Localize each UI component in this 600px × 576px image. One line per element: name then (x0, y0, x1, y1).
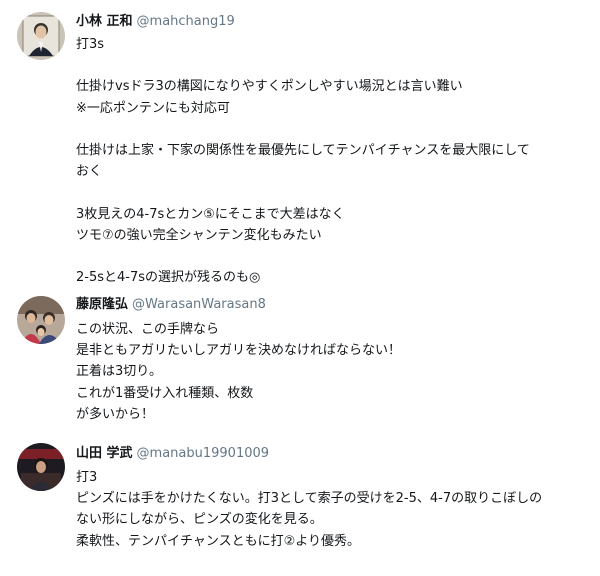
avatar[interactable] (17, 443, 65, 491)
tweet-header: 山田 学武 @manabu19901009 (76, 445, 269, 463)
tweet-line: 是非ともアガリたいしアガリを決めなければならない！ (76, 343, 402, 359)
tweet-line: 仕掛けvsドラ3の構図になりやすくポンしやすい場況とは言い難い (76, 79, 463, 95)
tweet-line: ない形にしながら、ピンズの変化を見る。 (76, 512, 323, 528)
user-name[interactable]: 藤原隆弘 (76, 297, 128, 312)
avatar[interactable] (17, 296, 65, 344)
tweet-line: 柔軟性、テンパイチャンスともに打②より優秀。 (76, 533, 361, 549)
tweet-header: 小林 正和 @mahchang19 (76, 13, 235, 31)
tweet-line: 仕掛けは上家・下家の関係性を最優先にしてテンパイチャンスを最大限にして (76, 142, 530, 158)
tweet-line: ※一応ポンテンにも対応可 (76, 100, 230, 116)
tweet-line: 打3 (76, 470, 98, 485)
user-handle[interactable]: @mahchang19 (137, 14, 235, 29)
tweet-text: 打3 ピンズには手をかけたくない。打3として索子の受けを2-5、4-7の取りこぼ… (76, 467, 586, 552)
tweet-line: これが1番受け入れ種類、枚数 (76, 385, 254, 401)
tweet-line: が多いから！ (76, 406, 155, 422)
tweet-line: 2-5sと4-7sの選択が残るのも◎ (76, 270, 261, 286)
avatar[interactable] (17, 12, 65, 60)
user-name[interactable]: 小林 正和 (76, 14, 133, 29)
tweet-line: この状況、この手牌なら (76, 322, 220, 337)
tweet-line: ピンズには手をかけたくない。打3として索子の受けを2-5、4-7の取りこぼしの (76, 491, 543, 507)
tweet-line: おく (76, 164, 103, 180)
tweet-header: 藤原隆弘 @WarasanWarasan8 (76, 296, 266, 314)
tweet-line: ツモ⑦の強い完全シャンテン変化もみたい (76, 227, 322, 243)
user-handle[interactable]: @WarasanWarasan8 (132, 297, 266, 312)
tweet-line: 打3s (76, 37, 105, 52)
tweet-line: 3枚見えの4-7sとカン⑤にそこまで大差はなく (76, 206, 345, 222)
user-handle[interactable]: @manabu19901009 (137, 446, 270, 461)
tweet-line: 正着は3切り。 (76, 364, 163, 380)
tweet-text: この状況、この手牌なら 是非ともアガリたいしアガリを決めなければならない！ 正着… (76, 319, 586, 425)
tweet-text: 打3s 仕掛けvsドラ3の構図になりやすくポンしやすい場況とは言い難い ※一応ポ… (76, 34, 586, 288)
user-name[interactable]: 山田 学武 (76, 446, 133, 461)
